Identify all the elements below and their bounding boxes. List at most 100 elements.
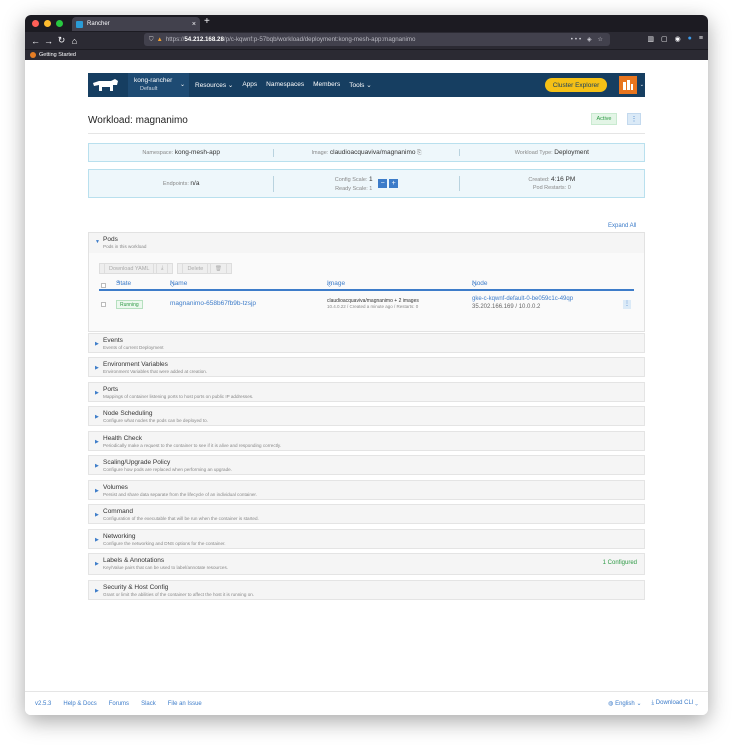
pods-section-header[interactable]: ▼ Pods Pods in this workload <box>89 233 644 253</box>
section-labels-annotations[interactable]: ▶ Labels & Annotations Key/Value pairs t… <box>88 553 645 575</box>
workload-type-label: Workload Type: <box>514 150 553 156</box>
home-icon[interactable]: ⌂ <box>68 36 81 46</box>
caret-right-icon: ▶ <box>95 390 99 396</box>
section-volumes[interactable]: ▶ Volumes Persist and share data separat… <box>88 480 645 500</box>
section-security-host-config[interactable]: ▶ Security & Host Config Grant or limit … <box>88 580 645 600</box>
caret-down-icon: ▼ <box>95 239 100 245</box>
section-title: Security & Host Config <box>103 584 169 591</box>
section-desc: Configure what nodes the pods can be dep… <box>103 418 208 423</box>
tab-bar: Rancher × + <box>25 15 708 32</box>
expand-all-link[interactable]: Expand All <box>608 223 636 229</box>
divider <box>88 133 645 134</box>
new-tab-button[interactable]: + <box>204 16 210 27</box>
section-health-check[interactable]: ▶ Health Check Periodically make a reque… <box>88 431 645 451</box>
section-scaling-upgrade-policy[interactable]: ▶ Scaling/Upgrade Policy Configure how p… <box>88 455 645 475</box>
menu-namespaces[interactable]: Namespaces <box>266 81 304 89</box>
caret-right-icon: ▶ <box>95 561 99 567</box>
menu-tools[interactable]: Tools ⌄ <box>349 81 371 89</box>
workload-type-cell: Workload Type: Deployment <box>458 149 644 156</box>
menu-resources[interactable]: Resources ⌄ <box>195 81 233 89</box>
menu-apps[interactable]: Apps <box>242 81 257 89</box>
scale-down-button[interactable]: − <box>378 179 388 188</box>
pod-name-link[interactable]: magnanimo-658b67fb9b-tzsjp <box>170 300 256 307</box>
page-title: Workload: magnanimo <box>88 115 188 126</box>
download-yaml-button[interactable]: Download YAML ⤓ <box>99 263 174 274</box>
section-desc: Mappings of container listening ports to… <box>103 394 254 399</box>
namespace-value: kong-mesh-app <box>174 149 220 156</box>
footer-version[interactable]: v2.5.3 <box>35 701 51 707</box>
library-icon[interactable]: ▥ <box>647 35 654 43</box>
reload-icon[interactable]: ↻ <box>55 35 68 46</box>
footer-file-issue[interactable]: File an Issue <box>168 701 202 707</box>
footer-slack[interactable]: Slack <box>141 701 156 707</box>
sort-icon: ◇ <box>472 281 477 288</box>
created-cell: Created: 4:16 PM Pod Restarts: 0 <box>458 176 644 191</box>
forward-icon[interactable]: → <box>42 36 55 46</box>
node-link[interactable]: gke-c-kqwnf-default-0-be059c1c-49qp <box>472 296 573 302</box>
section-desc: Grant or limit the abilities of the cont… <box>103 592 255 597</box>
browser-tab[interactable]: Rancher × <box>72 17 200 31</box>
minimize-window-icon[interactable] <box>44 20 51 27</box>
section-desc: Persist and share data separate from the… <box>103 492 257 497</box>
chevron-down-icon[interactable]: ⌄ <box>640 82 644 88</box>
menu-icon[interactable]: ≡ <box>699 35 703 43</box>
row-checkbox[interactable] <box>101 302 106 307</box>
toolbar-right: ▥ ▢ ◉ ● ≡ <box>647 35 703 43</box>
section-events[interactable]: ▶ Events Events of current Deployment <box>88 333 645 353</box>
more-actions-button[interactable]: ⋮ <box>627 113 641 125</box>
rancher-favicon-icon <box>76 20 83 28</box>
window-controls <box>25 20 63 27</box>
section-networking[interactable]: ▶ Networking Configure the networking an… <box>88 529 645 549</box>
caret-right-icon: ▶ <box>95 365 99 371</box>
pocket-icon[interactable]: ◈ <box>587 36 594 43</box>
delete-button[interactable]: Delete 🗑 <box>177 263 232 274</box>
maximize-window-icon[interactable] <box>56 20 63 27</box>
extension-icon[interactable]: ● <box>688 35 692 43</box>
scale-cell: Config Scale: 1 Ready Scale: 1 − + <box>273 175 458 192</box>
url-bar[interactable]: ⛉ ▲ https:// 54.212.168.28 /p/c-kqwnf:p-… <box>144 33 610 46</box>
footer-forums[interactable]: Forums <box>109 701 129 707</box>
footer-help-docs[interactable]: Help & Docs <box>63 701 96 707</box>
config-scale-label: Config Scale: <box>334 176 368 183</box>
created-value: 4:16 PM <box>551 176 576 183</box>
account-icon[interactable]: ◉ <box>675 35 681 43</box>
menu-members[interactable]: Members <box>313 81 340 89</box>
row-kebab-button[interactable]: ⋮ <box>623 300 631 309</box>
download-cli-button[interactable]: ⤓ Download CLI ⌄ <box>651 700 698 707</box>
download-icon: ⤓ <box>156 263 169 274</box>
section-title: Scaling/Upgrade Policy <box>103 459 171 466</box>
chevron-down-icon: ⌄ <box>695 700 698 706</box>
section-command[interactable]: ▶ Command Configuration of the executabl… <box>88 504 645 524</box>
section-title: Pods <box>103 236 118 243</box>
language-selector[interactable]: ◍ English ⌄ <box>608 700 641 707</box>
section-desc: Configure the networking and DNS options… <box>103 541 226 546</box>
section-ports[interactable]: ▶ Ports Mappings of container listening … <box>88 382 645 402</box>
copy-icon[interactable]: ⎘ <box>417 150 421 156</box>
status-badge: Active <box>591 113 617 125</box>
cluster-switcher[interactable]: kong-rancher Default ⌄ <box>128 73 189 97</box>
rancher-logo[interactable] <box>90 78 120 92</box>
section-title: Ports <box>103 386 119 393</box>
chevron-down-icon: ⌄ <box>179 82 185 88</box>
tab-close-icon[interactable]: × <box>192 21 196 28</box>
more-actions-icon[interactable]: ••• <box>571 36 584 43</box>
scale-up-button[interactable]: + <box>389 179 399 188</box>
bookmark-star-icon[interactable]: ☆ <box>597 36 605 43</box>
sidebar-icon[interactable]: ▢ <box>661 35 668 43</box>
section-environment-variables[interactable]: ▶ Environment Variables Environment Vari… <box>88 357 645 377</box>
back-icon[interactable]: ← <box>29 36 42 46</box>
section-node-scheduling[interactable]: ▶ Node Scheduling Configure what nodes t… <box>88 406 645 426</box>
user-avatar[interactable] <box>619 76 637 94</box>
section-desc: Configuration of the executable that wil… <box>103 516 259 521</box>
config-scale-line: Config Scale: 1 <box>335 176 373 183</box>
node-ips: 35.202.166.169 / 10.0.0.2 <box>472 304 541 310</box>
cluster-explorer-button[interactable]: Cluster Explorer <box>545 78 607 92</box>
menu-tools-label: Tools <box>349 82 365 89</box>
bookmark-getting-started[interactable]: Getting Started <box>39 52 76 58</box>
caret-right-icon: ▶ <box>95 341 99 347</box>
pod-restarts: Pod Restarts: 0 <box>532 185 571 191</box>
getting-started-icon <box>30 52 36 58</box>
select-all-checkbox[interactable] <box>101 283 106 288</box>
close-window-icon[interactable] <box>32 20 39 27</box>
browser-window: Rancher × + ← → ↻ ⌂ ⛉ ▲ https:// 54.212.… <box>25 15 708 715</box>
